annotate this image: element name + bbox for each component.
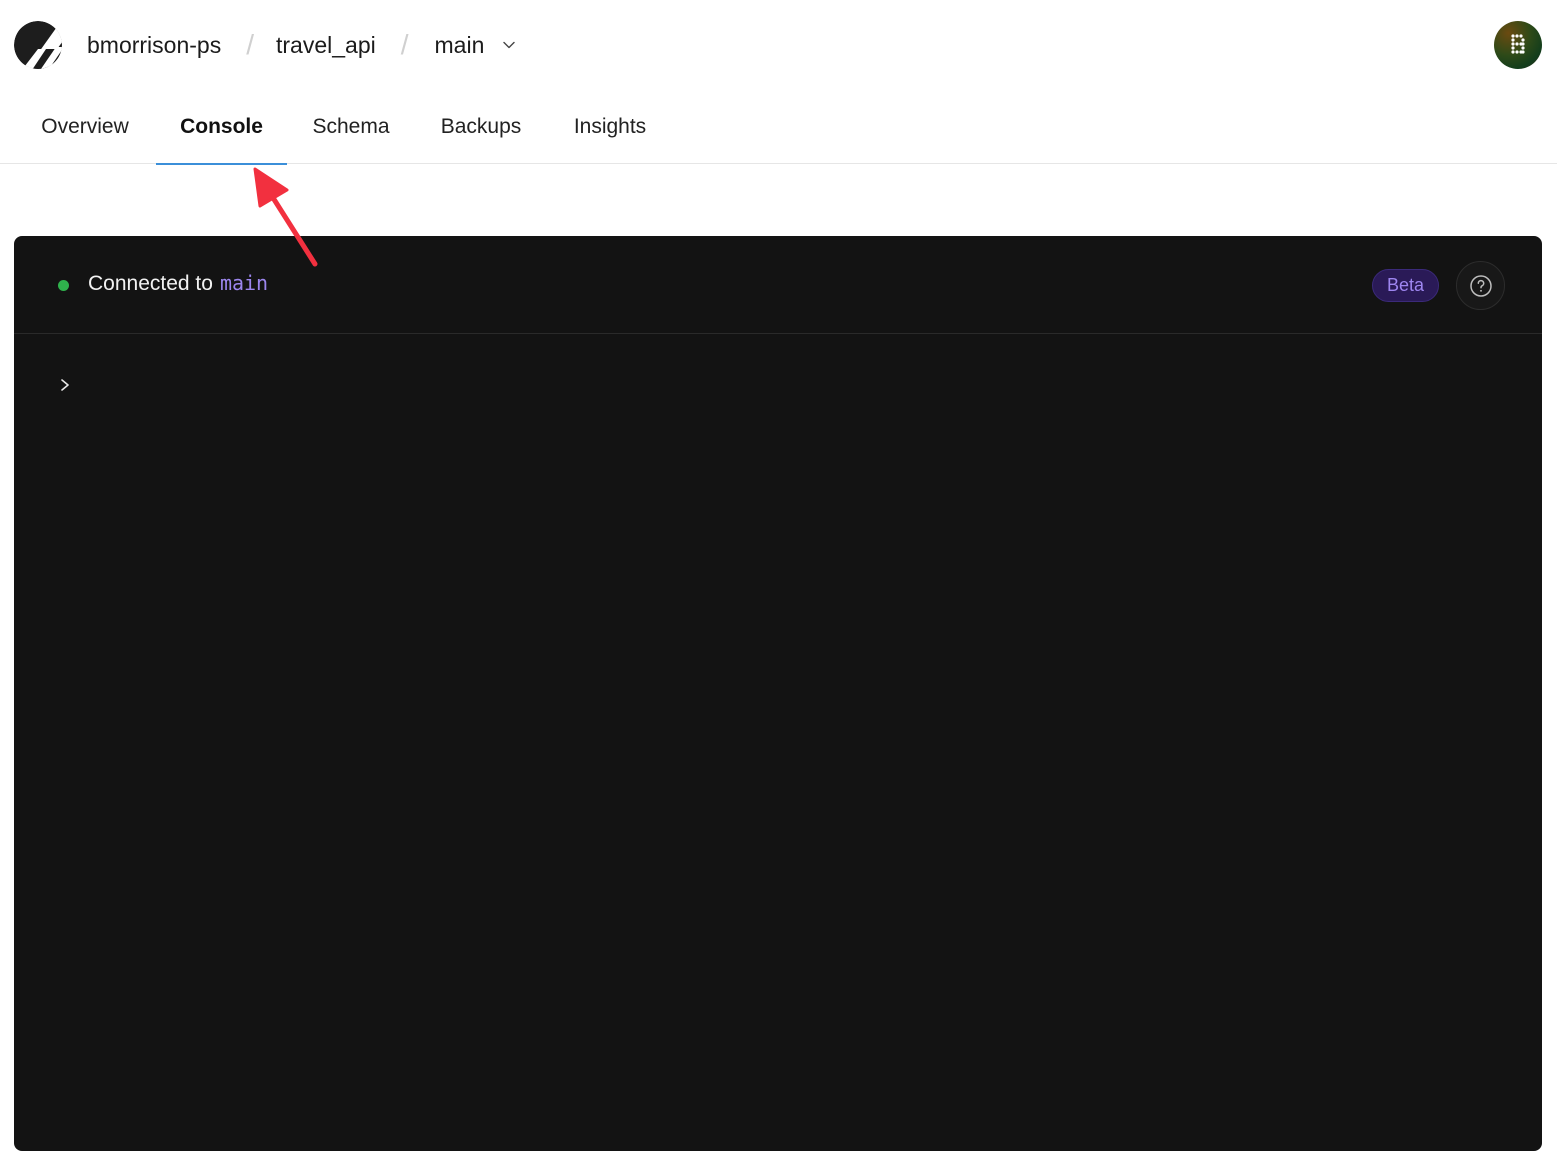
breadcrumb-separator: / [246,29,254,60]
console-input[interactable] [84,370,1504,400]
connected-branch-name: main [219,271,269,295]
beta-badge: Beta [1372,269,1439,302]
tab-insights[interactable]: Insights [547,98,673,164]
tab-bar: Overview Console Schema Backups Insights [0,98,1557,165]
avatar-letter-icon [1511,34,1525,54]
top-bar: bmorrison-ps / travel_api / main [0,0,1557,90]
breadcrumb-branch: main [434,31,485,58]
chevron-down-icon [503,41,516,49]
tab-backups[interactable]: Backups [415,98,547,164]
breadcrumb-separator: / [400,29,409,60]
breadcrumb-organization[interactable]: bmorrison-ps [87,32,221,59]
planetscale-logo-icon[interactable] [14,21,62,69]
connection-status-icon [58,280,69,291]
connection-status-text: Connected to [88,272,213,295]
console-header: Connected to main Beta [14,236,1542,334]
user-avatar[interactable] [1494,21,1542,69]
help-button[interactable] [1456,261,1505,310]
chevron-right-icon [61,379,69,391]
tab-overview[interactable]: Overview [14,98,156,164]
branch-selector[interactable]: main [435,32,517,59]
connection-status: Connected to main [88,271,268,296]
console-panel: Connected to main Beta [14,236,1542,1151]
tab-console[interactable]: Console [156,98,287,165]
breadcrumb: bmorrison-ps / travel_api / main [87,27,516,63]
question-circle-icon [1469,274,1492,297]
breadcrumb-database[interactable]: travel_api [276,32,376,59]
tab-schema[interactable]: Schema [287,98,415,164]
